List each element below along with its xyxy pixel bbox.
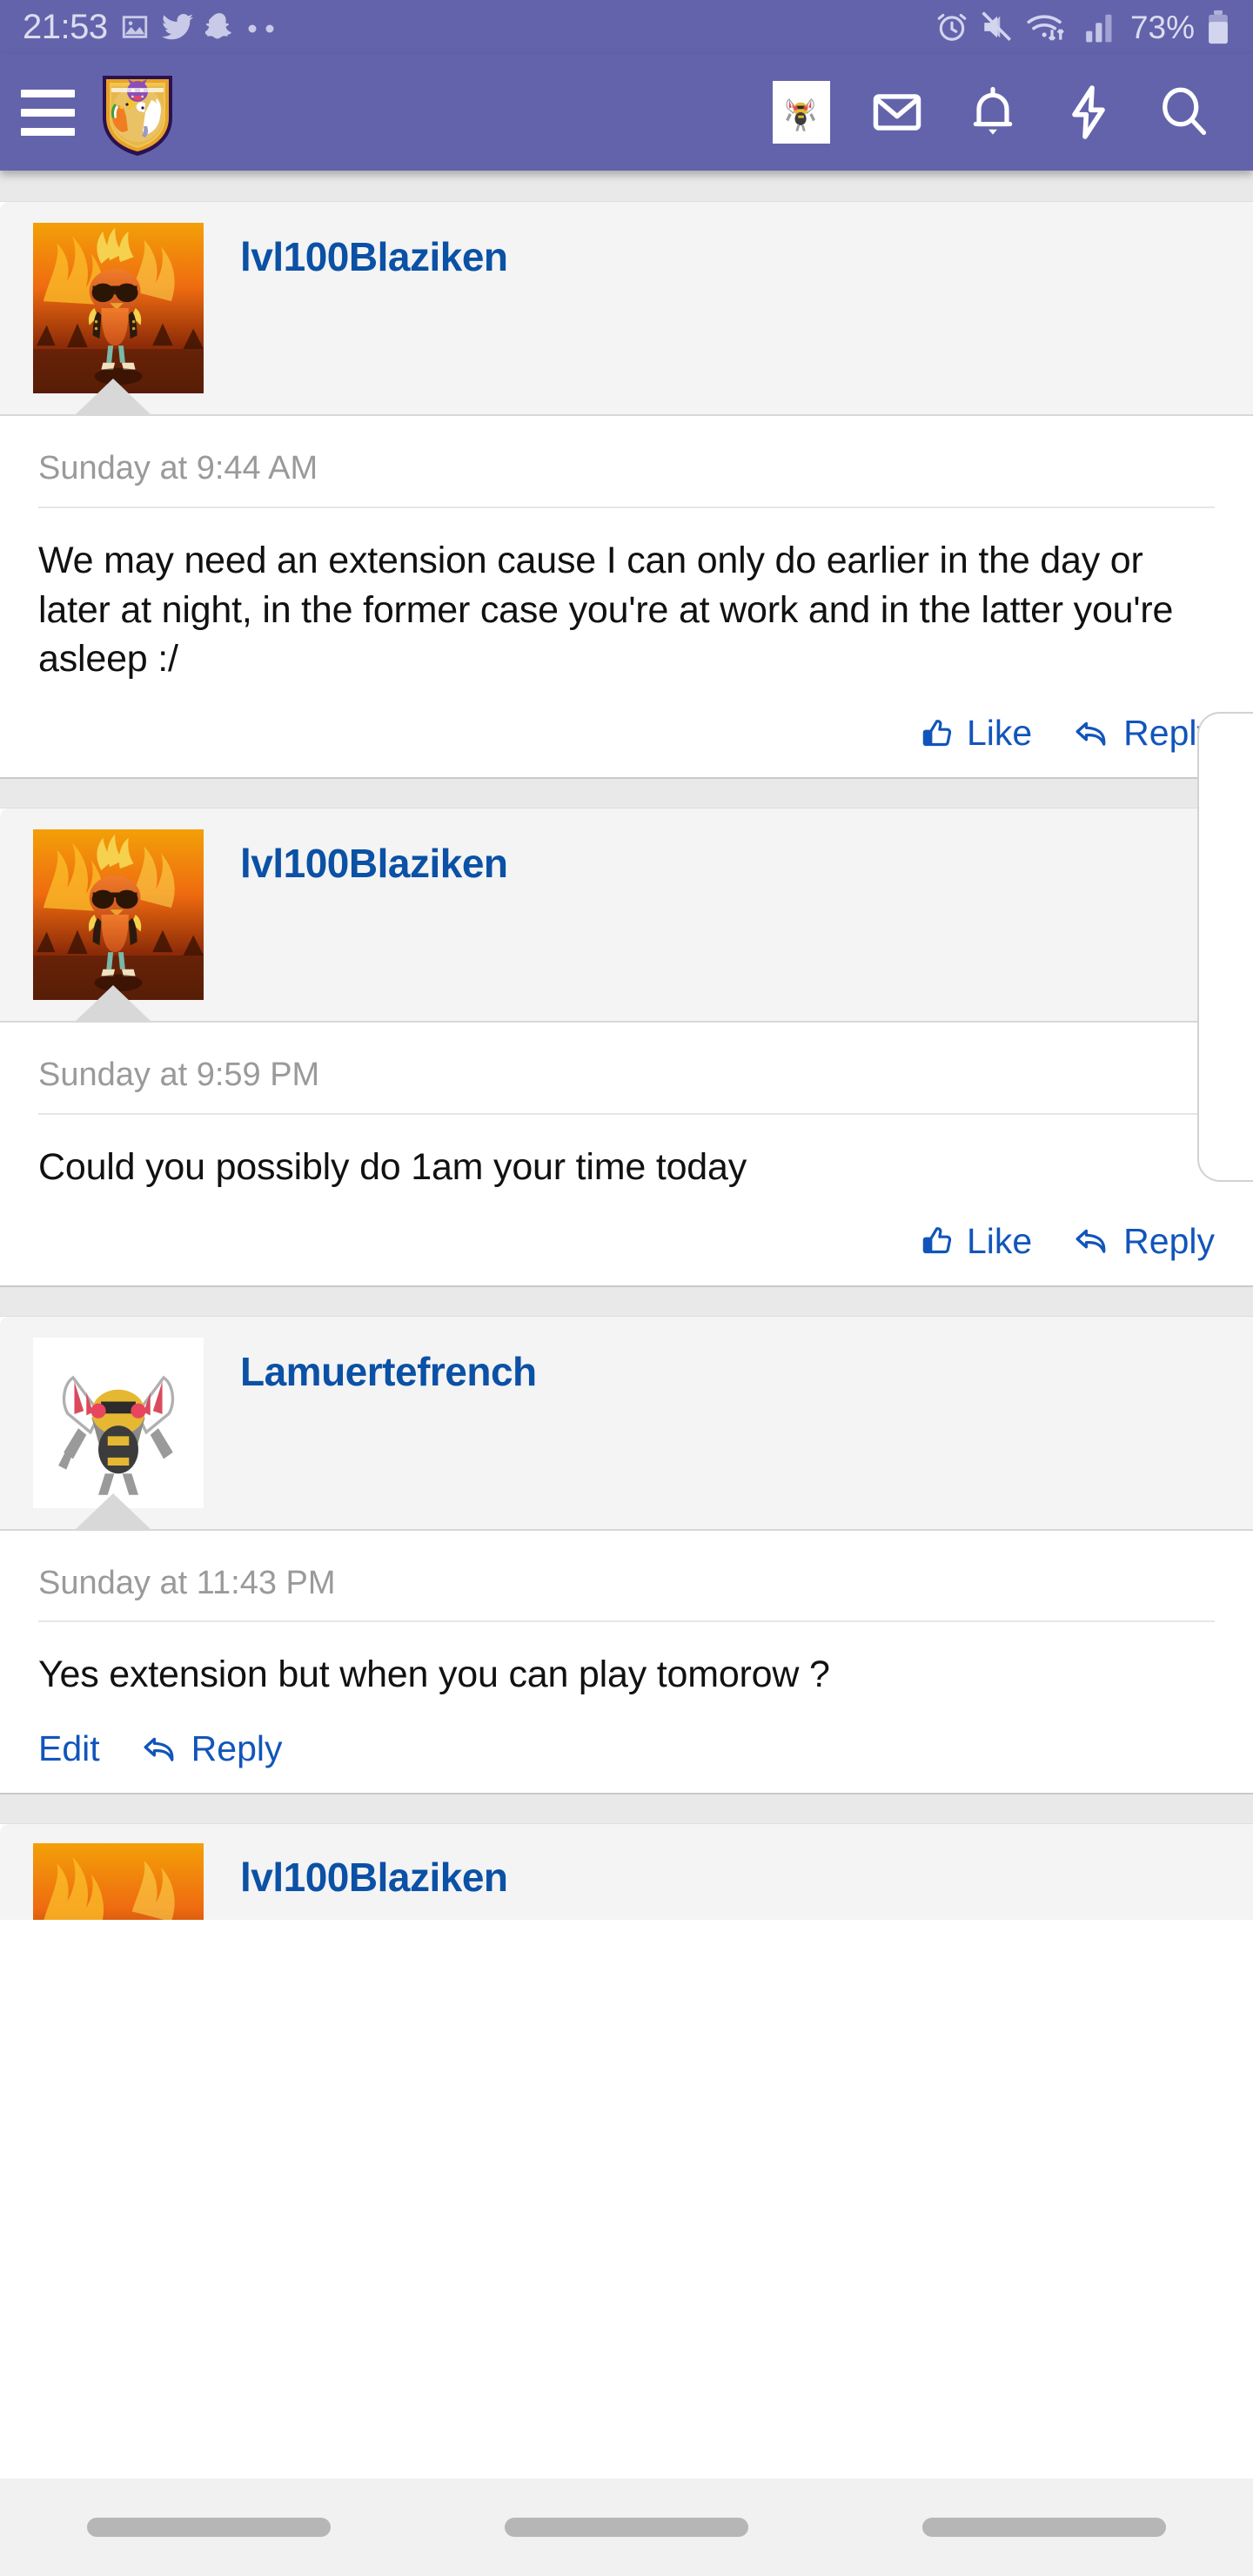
post-avatar-link[interactable] (33, 223, 204, 393)
post-item-partial: lvl100Blaziken (0, 1824, 1253, 1921)
header-actions (754, 64, 1232, 160)
beedrill-avatar-icon (773, 81, 830, 144)
speech-bubble-arrow (74, 1493, 152, 1531)
post-message: Could you possibly do 1am your time toda… (38, 1145, 747, 1188)
twitter-icon (161, 13, 193, 40)
reply-label: Reply (191, 1728, 283, 1769)
post-avatar-link[interactable] (33, 1337, 204, 1508)
app-header (0, 54, 1253, 171)
reply-label: Reply (1123, 1220, 1215, 1261)
post-avatar-link[interactable] (33, 1843, 204, 1921)
lightning-bolt-icon (1072, 85, 1105, 139)
like-label: Like (966, 713, 1033, 754)
post-avatar-link[interactable] (33, 829, 204, 1001)
status-bar-clock: 21:53 (23, 8, 108, 46)
wifi-icon (1027, 15, 1064, 41)
whats-new-button[interactable] (1041, 64, 1136, 160)
thumbs-up-icon (922, 719, 952, 746)
blaziken-avatar (33, 829, 204, 1001)
more-dots-icon (248, 24, 274, 33)
post-separator (0, 1285, 1253, 1317)
phone-screen: 21:53 73% lvl100Blaziken Sunday at 9:44 … (0, 0, 1253, 2576)
post-separator (0, 1793, 1253, 1825)
blaziken-avatar (33, 1843, 204, 1921)
like-label: Like (966, 1220, 1033, 1261)
inbox-button[interactable] (849, 64, 945, 160)
blaziken-avatar (33, 223, 204, 393)
post-message: We may need an extension cause I can onl… (38, 539, 1174, 681)
post-item: Lamuertefrench Sunday at 11:43 PM Yes ex… (0, 1316, 1253, 1794)
post-username[interactable]: lvl100Blaziken (240, 842, 508, 886)
post-actions: Like Reply (0, 1201, 1253, 1285)
beedrill-avatar-art (33, 1337, 204, 1508)
battery-icon (1209, 10, 1228, 44)
post-header: lvl100Blaziken (0, 808, 1253, 1023)
recent-apps-button[interactable] (87, 2518, 331, 2537)
envelope-icon (873, 94, 921, 131)
forum-shield-logo[interactable] (97, 69, 178, 156)
post-date[interactable]: Sunday at 9:44 AM (0, 416, 1253, 506)
post-separator (0, 171, 1253, 202)
reply-button[interactable]: Reply (1074, 715, 1215, 751)
search-button[interactable] (1136, 64, 1232, 160)
status-bar-right: 73% (935, 10, 1230, 44)
reply-arrow-icon (1075, 1229, 1106, 1253)
battery-percent-label: 73% (1129, 9, 1195, 45)
status-bar-left: 21:53 (23, 10, 280, 44)
scroll-overlay-panel[interactable] (1197, 712, 1253, 1182)
speech-bubble-arrow (74, 379, 152, 416)
reply-button[interactable]: Reply (1074, 1220, 1215, 1261)
blaziken-avatar-art (33, 1843, 204, 1921)
blaziken-avatar-art (33, 829, 204, 1001)
blaziken-avatar-art (33, 223, 204, 393)
edit-button[interactable]: Edit (38, 1731, 100, 1767)
photo-icon (122, 16, 147, 38)
thumbs-up-icon (922, 1227, 952, 1254)
post-message: Yes extension but when you can play tomo… (38, 1654, 830, 1696)
hamburger-menu-icon[interactable] (21, 85, 78, 139)
search-icon (1163, 87, 1207, 136)
post-header: lvl100Blaziken (0, 202, 1253, 416)
speech-bubble-arrow (74, 985, 152, 1023)
post-username[interactable]: Lamuertefrench (240, 1349, 537, 1394)
signal-icon (1086, 14, 1112, 43)
status-bar: 21:53 73% (0, 0, 1253, 54)
post-item: lvl100Blaziken Sunday at 9:44 AM We may … (0, 202, 1253, 778)
back-button[interactable] (922, 2518, 1166, 2537)
reply-arrow-icon (144, 1737, 173, 1761)
post-item: lvl100Blaziken Sunday at 9:59 PM Could y… (0, 808, 1253, 1285)
like-button[interactable]: Like (921, 1220, 1033, 1261)
post-actions: Like Reply (0, 693, 1253, 777)
user-avatar-button[interactable] (754, 64, 849, 160)
snapchat-icon (204, 13, 231, 39)
home-button[interactable] (505, 2518, 748, 2537)
post-username[interactable]: lvl100Blaziken (240, 1855, 508, 1900)
post-date[interactable]: Sunday at 11:43 PM (0, 1531, 1253, 1621)
post-header: Lamuertefrench (0, 1316, 1253, 1531)
edit-label: Edit (38, 1728, 100, 1769)
bell-icon (973, 86, 1013, 135)
post-username[interactable]: lvl100Blaziken (240, 235, 508, 279)
post-actions: Edit Reply (0, 1708, 1253, 1793)
thread-post-list: lvl100Blaziken Sunday at 9:44 AM We may … (0, 171, 1253, 1921)
system-navigation-bar (0, 2479, 1253, 2576)
post-date[interactable]: Sunday at 9:59 PM (0, 1023, 1253, 1113)
alerts-button[interactable] (945, 64, 1041, 160)
reply-button[interactable]: Reply (142, 1728, 283, 1769)
alarm-icon (937, 13, 967, 41)
reply-arrow-icon (1075, 721, 1106, 746)
like-button[interactable]: Like (921, 715, 1032, 751)
beedrill-sprite (775, 86, 828, 138)
beedrill-avatar (33, 1337, 204, 1508)
volume-muted-icon (982, 11, 1011, 42)
post-separator (0, 777, 1253, 809)
